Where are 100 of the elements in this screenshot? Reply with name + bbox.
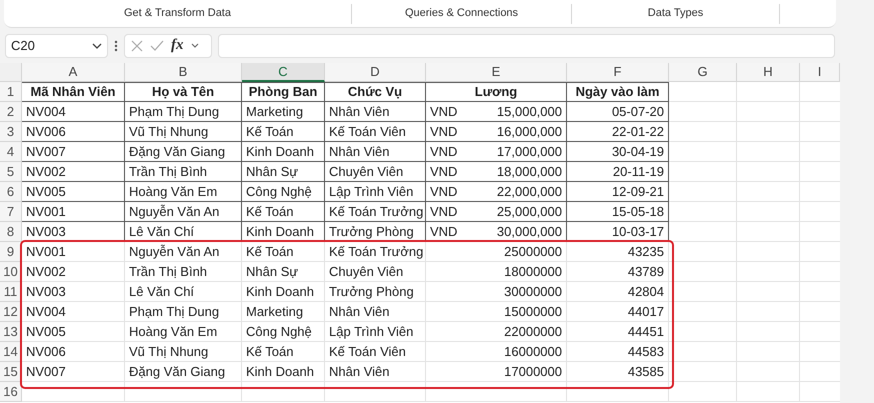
currency-label: VND <box>430 122 458 141</box>
column-header[interactable]: D <box>325 63 426 82</box>
table-cell: 22000000 <box>426 322 567 342</box>
table-cell: Đặng Văn Giang <box>125 142 242 162</box>
amount-value: 16,000,000 <box>496 122 562 141</box>
table-cell: Lê Văn Chí <box>125 222 242 242</box>
table-cell: 22-01-22 <box>567 122 669 142</box>
row-header[interactable]: 13 <box>0 322 22 342</box>
column-header[interactable]: H <box>737 63 800 82</box>
more-options-icon[interactable] <box>114 40 118 52</box>
insert-function-button[interactable]: fx <box>171 34 184 57</box>
table-cell: 44583 <box>567 342 669 362</box>
table-cell: Nhân Viên <box>325 362 426 382</box>
table-cell: NV007 <box>22 142 125 162</box>
table-cell: 12-09-21 <box>567 182 669 202</box>
table-cell: Trưởng Phòng <box>325 222 426 242</box>
table-cell: Đặng Văn Giang <box>125 362 242 382</box>
table-cell: Lập Trình Viên <box>325 182 426 202</box>
row-header[interactable]: 10 <box>0 262 22 282</box>
table-cell: Lập Trình Viên <box>325 322 426 342</box>
amount-value: 30,000,000 <box>496 222 562 241</box>
column-header[interactable]: C <box>242 63 325 82</box>
row-header[interactable]: 9 <box>0 242 22 262</box>
empty-cell <box>737 182 800 202</box>
column-header[interactable]: A <box>22 63 125 82</box>
empty-cell <box>737 162 800 182</box>
table-cell: Phạm Thị Dung <box>125 302 242 322</box>
table-cell: 44451 <box>567 322 669 342</box>
table-cell: Kế Toán Viên <box>325 342 426 362</box>
checkmark-icon[interactable] <box>150 40 164 51</box>
row-header[interactable]: 2 <box>0 102 22 122</box>
row-header[interactable]: 4 <box>0 142 22 162</box>
empty-cell <box>737 242 800 262</box>
table-cell: Marketing <box>242 302 325 322</box>
table-cell: 43235 <box>567 242 669 262</box>
table-cell: Ngày vào làm <box>567 82 669 102</box>
chevron-down-icon[interactable] <box>190 43 198 48</box>
empty-cell <box>669 302 737 322</box>
empty-cell <box>737 322 800 342</box>
table-cell: Công Nghệ <box>242 322 325 342</box>
table-cell: Họ và Tên <box>125 82 242 102</box>
formula-input-field[interactable] <box>218 34 835 58</box>
table-cell: 05-07-20 <box>567 102 669 122</box>
currency-label: VND <box>430 102 458 121</box>
empty-cell <box>737 342 800 362</box>
table-cell: NV003 <box>22 222 125 242</box>
table-cell: Kinh Doanh <box>242 142 325 162</box>
empty-cell <box>737 382 800 402</box>
table-cell: Kế Toán Viên <box>325 122 426 142</box>
name-box[interactable]: C20 <box>5 34 108 58</box>
row-header[interactable]: 6 <box>0 182 22 202</box>
table-cell: 43585 <box>567 362 669 382</box>
column-header[interactable]: G <box>669 63 737 82</box>
empty-cell <box>737 222 800 242</box>
row-header[interactable]: 11 <box>0 282 22 302</box>
row-header[interactable]: 7 <box>0 202 22 222</box>
column-header[interactable]: E <box>426 63 567 82</box>
table-cell: Chức Vụ <box>325 82 426 102</box>
table-cell: Kế Toán Trưởng <box>325 242 426 262</box>
table-cell: NV001 <box>22 202 125 222</box>
table-cell: Phòng Ban <box>242 82 325 102</box>
table-cell: NV004 <box>22 302 125 322</box>
empty-cell <box>669 142 737 162</box>
row-header[interactable]: 15 <box>0 362 22 382</box>
row-header[interactable]: 12 <box>0 302 22 322</box>
row-header[interactable]: 14 <box>0 342 22 362</box>
table-cell: 10-03-17 <box>567 222 669 242</box>
table-cell: Kế Toán <box>242 342 325 362</box>
table-cell: Lương <box>426 82 567 102</box>
currency-label: VND <box>430 182 458 201</box>
table-cell: 43789 <box>567 262 669 282</box>
table-cell: NV007 <box>22 362 125 382</box>
column-header[interactable]: F <box>567 63 669 82</box>
row-header[interactable]: 5 <box>0 162 22 182</box>
cancel-icon[interactable] <box>131 40 143 52</box>
table-cell: 30-04-19 <box>567 142 669 162</box>
empty-cell <box>737 82 800 102</box>
table-cell: Hoàng Văn Em <box>125 322 242 342</box>
empty-cell <box>737 302 800 322</box>
table-cell: Kinh Doanh <box>242 282 325 302</box>
row-header[interactable]: 1 <box>0 82 22 102</box>
select-all-corner[interactable] <box>0 63 22 82</box>
column-header[interactable]: I <box>800 63 840 82</box>
row-header[interactable]: 16 <box>0 382 22 402</box>
ribbon-group-label: Get & Transform Data <box>124 6 231 22</box>
column-header[interactable]: B <box>125 63 242 82</box>
table-cell: 18000000 <box>426 262 567 282</box>
amount-value: 17,000,000 <box>496 142 562 161</box>
table-cell: Vũ Thị Nhung <box>125 122 242 142</box>
table-cell: NV003 <box>22 282 125 302</box>
table-cell: 20-11-19 <box>567 162 669 182</box>
currency-label: VND <box>430 222 458 241</box>
empty-cell <box>669 262 737 282</box>
table-cell: Nhân Sự <box>242 262 325 282</box>
table-cell: Kế Toán <box>242 242 325 262</box>
table-cell: Marketing <box>242 102 325 122</box>
row-header[interactable]: 3 <box>0 122 22 142</box>
table-cell: Hoàng Văn Em <box>125 182 242 202</box>
row-header[interactable]: 8 <box>0 222 22 242</box>
table-cell: Nhân Sự <box>242 162 325 182</box>
